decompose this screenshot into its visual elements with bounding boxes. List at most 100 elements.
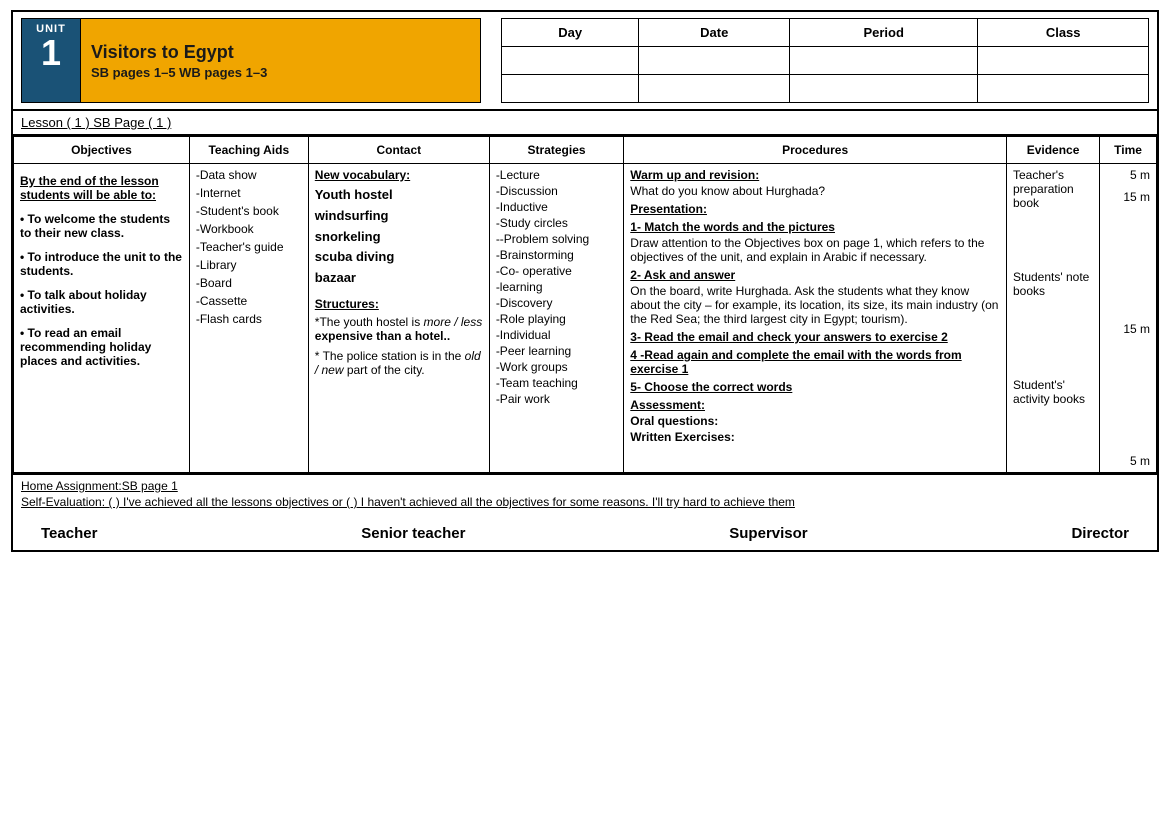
teaching-item-3: -Workbook [196,222,302,236]
contact-cell: New vocabulary: Youth hostelwindsurfings… [308,164,489,473]
strategies-cell: -Lecture -Discussion -Inductive -Study c… [489,164,623,473]
unit-title-box: Visitors to Egypt SB pages 1–5 WB pages … [81,18,481,103]
objectives-point-3: • To talk about holiday activities. [20,288,183,316]
vocab-items: Youth hostelwindsurfingsnorkelingscuba d… [315,185,483,289]
unit-number: 1 [41,35,61,71]
teaching-item-6: -Board [196,276,302,290]
teaching-item-2: -Student's book [196,204,302,218]
schedule-date-2 [639,75,790,103]
schedule-class-2 [978,75,1149,103]
objectives-point-4: • To read an email recommending holiday … [20,326,183,368]
strategy-7: -learning [496,280,617,294]
objectives-intro: By the end of the lesson students will b… [20,174,159,202]
objectives-point-1: • To welcome the students to their new c… [20,212,183,240]
item3-header: 3- Read the email and check your answers… [630,330,1000,344]
unit-subtitle: SB pages 1–5 WB pages 1–3 [91,65,470,80]
header-time: Time [1100,137,1157,164]
unit-title: Visitors to Egypt [91,42,470,63]
evidence-3: Student's' activity books [1013,378,1093,406]
presentation-header: Presentation: [630,202,1000,216]
teaching-item-5: -Library [196,258,302,272]
strategies-list: -Lecture -Discussion -Inductive -Study c… [496,168,617,406]
strategy-6: -Co- operative [496,264,617,278]
schedule-period-1 [790,47,978,75]
schedule-header-period: Period [790,19,978,47]
oral-questions: Oral questions: [630,414,1000,428]
header-objectives: Objectives [14,137,190,164]
item5-header: 5- Choose the correct words [630,380,1000,394]
teaching-item-0: -Data show [196,168,302,182]
time-2: 15 m [1106,190,1150,204]
schedule-table: Day Date Period Class [501,18,1149,103]
schedule-row-1 [502,47,1149,75]
header-contact: Contact [308,137,489,164]
strategy-3: -Study circles [496,216,617,230]
schedule-day-1 [502,47,639,75]
schedule-header-class: Class [978,19,1149,47]
strategy-8: -Discovery [496,296,617,310]
strategy-14: -Pair work [496,392,617,406]
schedule-header-day: Day [502,19,639,47]
self-evaluation: Self-Evaluation: ( ) I've achieved all t… [21,495,1149,509]
procedures-content: Warm up and revision: What do you know a… [630,168,1000,444]
procedures-cell: Warm up and revision: What do you know a… [624,164,1007,473]
header-procedures: Procedures [624,137,1007,164]
sig-supervisor: Supervisor [729,525,807,542]
schedule-wrapper: Day Date Period Class [501,18,1149,103]
header-teaching: Teaching Aids [189,137,308,164]
warmup-text: What do you know about Hurghada? [630,184,1000,198]
unit-number-box: UNIT 1 [21,18,81,103]
teaching-aids-cell: -Data show -Internet -Student's book -Wo… [189,164,308,473]
strategy-5: -Brainstorming [496,248,617,262]
teaching-item-8: -Flash cards [196,312,302,326]
strategy-4: --Problem solving [496,232,617,246]
schedule-class-1 [978,47,1149,75]
strategy-0: -Lecture [496,168,617,182]
sig-senior-teacher: Senior teacher [361,525,465,542]
lesson-line: Lesson ( 1 ) SB Page ( 1 ) [13,111,1157,136]
objectives-cell: By the end of the lesson students will b… [14,164,190,473]
main-row: By the end of the lesson students will b… [14,164,1157,473]
strategy-10: -Individual [496,328,617,342]
contact-content: New vocabulary: Youth hostelwindsurfings… [315,168,483,377]
item2-header: 2- Ask and answer [630,268,1000,282]
schedule-day-2 [502,75,639,103]
time-3: 15 m [1106,322,1150,336]
sig-teacher: Teacher [41,525,97,542]
item1-header: 1- Match the words and the pictures [630,220,1000,234]
strategy-12: -Work groups [496,360,617,374]
main-table: Objectives Teaching Aids Contact Strateg… [13,136,1157,473]
teaching-list: -Data show -Internet -Student's book -Wo… [196,168,302,326]
strategy-9: -Role playing [496,312,617,326]
home-assignment: Home Assignment:SB page 1 [21,479,1149,493]
struct-2: * The police station is in the old / new… [315,349,483,377]
signatures: Teacher Senior teacher Supervisor Direct… [21,517,1149,546]
sig-director: Director [1071,525,1129,542]
strategy-13: -Team teaching [496,376,617,390]
item1-text: Draw attention to the Objectives box on … [630,236,1000,264]
schedule-date-1 [639,47,790,75]
struct-1: *The youth hostel is more / less expensi… [315,315,483,343]
bottom-section: Home Assignment:SB page 1 Self-Evaluatio… [13,473,1157,550]
written-exercises: Written Exercises: [630,430,1000,444]
time-4: 5 m [1106,454,1150,468]
teaching-item-4: -Teacher's guide [196,240,302,254]
struct-header: Structures: [315,297,379,311]
strategy-1: -Discussion [496,184,617,198]
header-strategies: Strategies [489,137,623,164]
teaching-item-7: -Cassette [196,294,302,308]
strategy-2: -Inductive [496,200,617,214]
item2-text: On the board, write Hurghada. Ask the st… [630,284,1000,326]
warmup-header: Warm up and revision: [630,168,759,182]
evidence-1: Teacher's preparation book [1013,168,1093,210]
lesson-line-text: Lesson ( 1 ) SB Page ( 1 ) [21,115,171,130]
header-evidence: Evidence [1007,137,1100,164]
time-1: 5 m [1106,168,1150,182]
vocab-header: New vocabulary: [315,168,410,182]
item4-header: 4 -Read again and complete the email wit… [630,348,1000,376]
evidence-2: Students' note books [1013,270,1093,298]
strategy-11: -Peer learning [496,344,617,358]
evidence-cell: Teacher's preparation book Students' not… [1007,164,1100,473]
assessment-header: Assessment: [630,398,1000,412]
schedule-row-2 [502,75,1149,103]
